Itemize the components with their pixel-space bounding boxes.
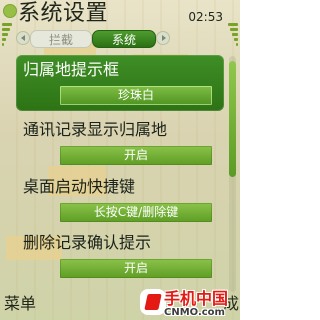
signal-bar (2, 33, 8, 36)
watermark-domain: CNMO.com (164, 307, 225, 318)
battery-bar (228, 23, 238, 26)
setting-value[interactable]: 开启 (60, 259, 212, 278)
setting-value[interactable]: 长按C键/删除键 (60, 203, 212, 222)
setting-label: 桌面启动快捷键 (23, 177, 136, 196)
chevron-left-icon[interactable] (16, 31, 30, 45)
tab-system[interactable]: 系统 (92, 30, 156, 48)
signal-bar (2, 23, 12, 26)
left-softkey[interactable]: 菜单 (4, 294, 36, 314)
battery-bar (234, 38, 238, 41)
battery-bar (230, 28, 238, 31)
setting-item-call-log-location[interactable]: 通讯记录显示归属地 开启 (16, 115, 224, 171)
title-bar: 系统设置 02:53 (0, 0, 240, 46)
signal-bar (2, 28, 10, 31)
page-title: 系统设置 (18, 1, 109, 26)
signal-icon (2, 23, 16, 47)
settings-list: 归属地提示框 珍珠白 通讯记录显示归属地 开启 桌面启动快捷键 长按C键/删除键… (16, 55, 224, 278)
watermark-brand: 手机中国 (164, 289, 229, 308)
tab-intercept[interactable]: 拦截 (30, 30, 92, 48)
battery-bar (232, 33, 238, 36)
signal-bar (2, 43, 4, 46)
battery-icon (224, 23, 238, 47)
watermark: 手机中国 CNMO.com (142, 287, 238, 320)
clock: 02:53 (188, 10, 223, 24)
setting-label: 通讯记录显示归属地 (23, 120, 168, 139)
scrollbar[interactable] (229, 56, 236, 292)
setting-label: 归属地提示框 (23, 60, 120, 79)
signal-bar (2, 38, 6, 41)
tab-strip: 拦截 系统 (16, 30, 224, 48)
setting-value[interactable]: 开启 (60, 146, 212, 165)
setting-value[interactable]: 珍珠白 (60, 86, 212, 105)
scrollbar-thumb[interactable] (229, 61, 236, 177)
screen: 系统设置 02:53 拦截 系统 归属地提示框 珍珠白 通讯记录显示归属地 开启… (0, 0, 240, 320)
battery-bar (236, 43, 238, 46)
setting-item-delete-confirmation[interactable]: 删除记录确认提示 开启 (16, 228, 224, 284)
logo-badge (142, 291, 164, 313)
setting-label: 删除记录确认提示 (23, 233, 152, 252)
app-icon (3, 4, 17, 18)
setting-item-desktop-shortcut[interactable]: 桌面启动快捷键 长按C键/删除键 (16, 172, 224, 228)
setting-item-caller-location-popup[interactable]: 归属地提示框 珍珠白 (16, 55, 224, 111)
chevron-right-icon[interactable] (156, 31, 170, 45)
